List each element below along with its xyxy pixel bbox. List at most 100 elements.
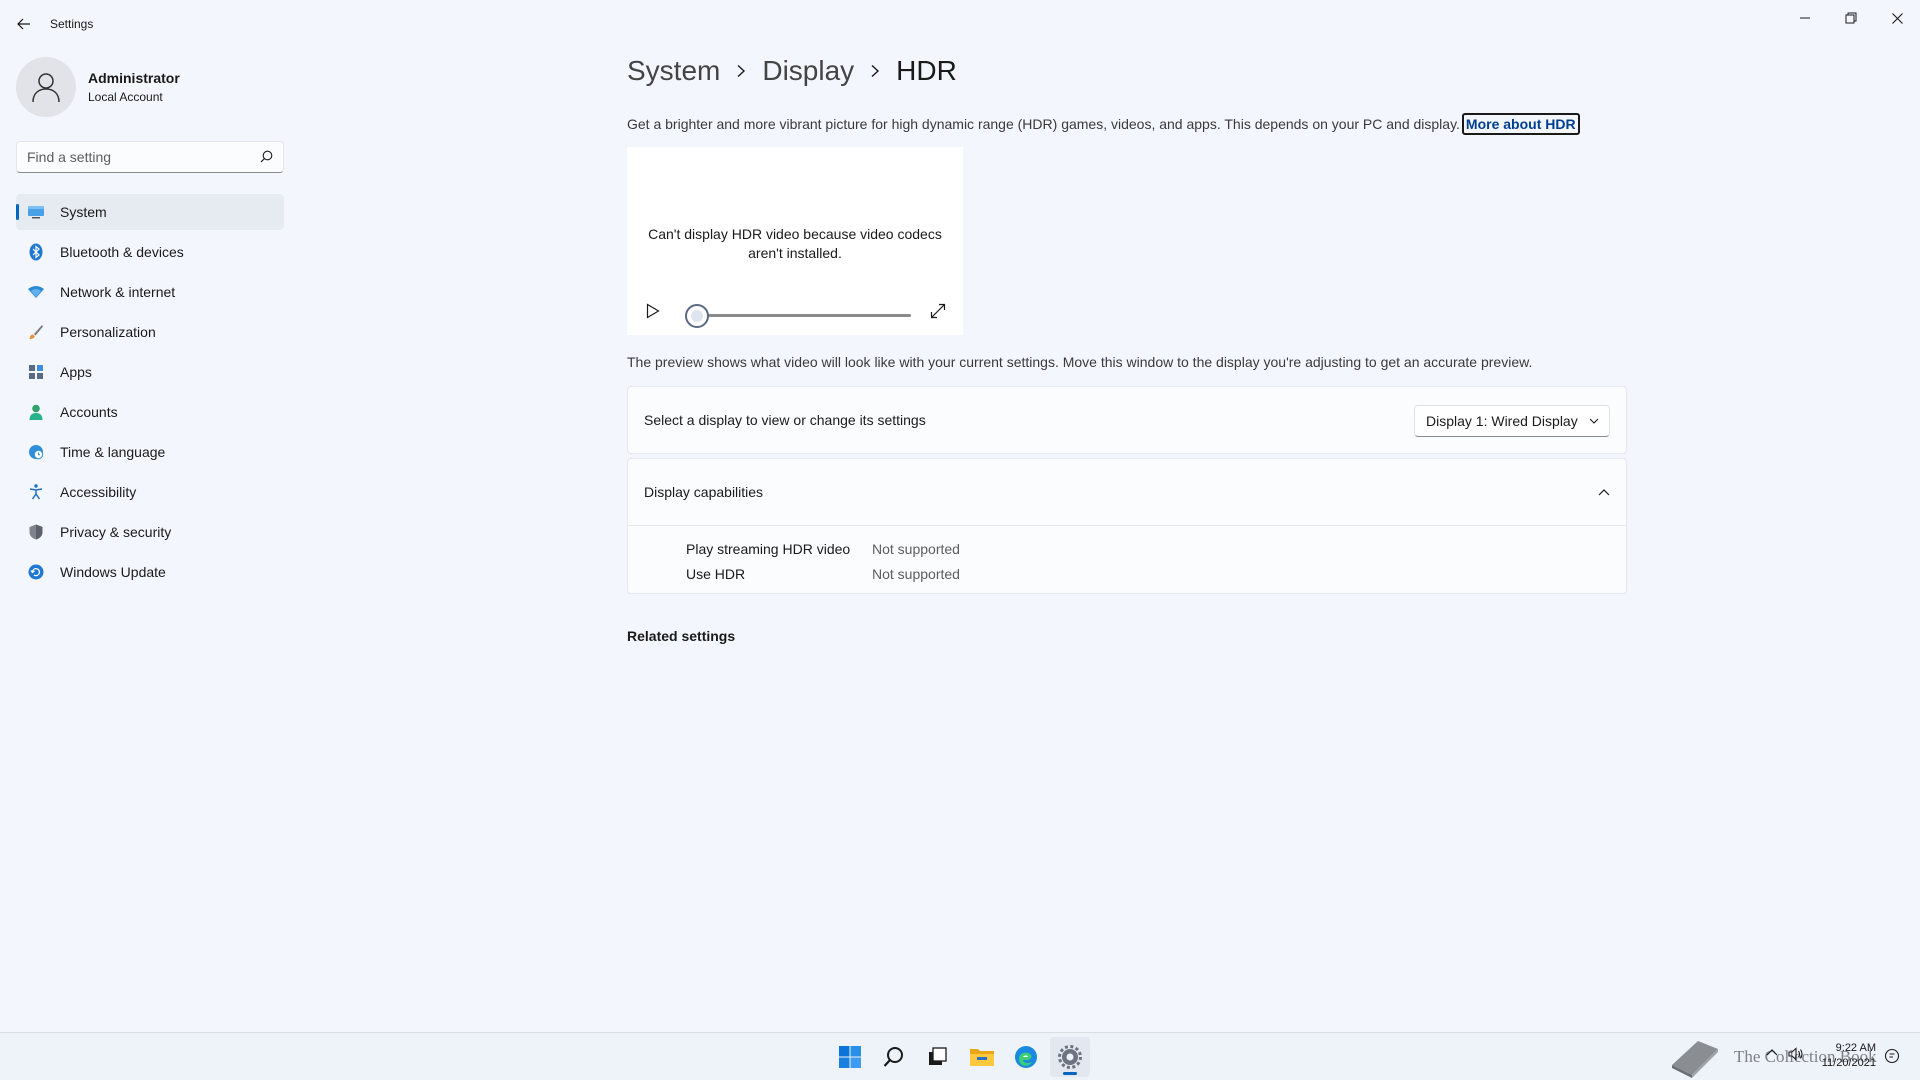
close-icon (1891, 12, 1903, 24)
sidebar-item-privacy[interactable]: Privacy & security (16, 514, 284, 550)
edge-icon (1015, 1046, 1037, 1068)
person-icon (26, 402, 46, 422)
sidebar-item-label: Windows Update (60, 564, 166, 580)
hdr-description: Get a brighter and more vibrant picture … (627, 113, 1580, 135)
taskbar-clock[interactable]: 9:22 AM 11/20/2021 (1818, 1041, 1876, 1071)
preview-note: The preview shows what video will look l… (627, 354, 1533, 370)
display-capabilities-card: Display capabilities Play streaming HDR … (627, 458, 1627, 594)
minimize-icon (1800, 17, 1810, 19)
bluetooth-icon (26, 242, 46, 262)
close-button[interactable] (1877, 6, 1917, 30)
chevron-right-icon (736, 64, 746, 78)
minimize-button[interactable] (1785, 6, 1825, 30)
profile-name: Administrator (88, 70, 180, 86)
sidebar-item-system[interactable]: System (16, 194, 284, 230)
search-icon[interactable] (260, 150, 273, 168)
notification-icon (1884, 1048, 1900, 1064)
apps-icon (26, 362, 46, 382)
taskbar: The Collection Book 9:22 AM 11/20/2021 (0, 1032, 1920, 1080)
video-seek-track[interactable] (697, 314, 911, 317)
breadcrumb-hdr: HDR (896, 55, 957, 86)
play-icon (646, 303, 660, 319)
sidebar-item-label: Network & internet (60, 284, 176, 300)
globe-clock-icon (26, 442, 46, 462)
sidebar-item-accounts[interactable]: Accounts (16, 394, 284, 430)
fullscreen-icon (930, 303, 946, 319)
task-view-icon (929, 1047, 947, 1065)
breadcrumb: System Display HDR (627, 55, 957, 87)
sidebar-item-apps[interactable]: Apps (16, 354, 284, 390)
file-explorer-icon (970, 1049, 994, 1066)
sidebar-item-bluetooth[interactable]: Bluetooth & devices (16, 234, 284, 270)
play-button[interactable] (643, 301, 663, 321)
sidebar-item-label: Privacy & security (60, 524, 172, 540)
sidebar-item-label: System (60, 204, 107, 220)
search-box[interactable] (16, 141, 284, 173)
search-icon (883, 1047, 903, 1067)
sidebar-item-accessibility[interactable]: Accessibility (16, 474, 284, 510)
app-title: Settings (50, 17, 94, 31)
profile-account-type: Local Account (88, 90, 163, 104)
sidebar-item-label: Time & language (60, 444, 166, 460)
clock-time: 9:22 AM (1835, 1042, 1876, 1054)
restore-button[interactable] (1831, 6, 1871, 30)
sidebar-nav: System Bluetooth & devices Network & int… (16, 194, 284, 594)
chevron-up-icon (1766, 1049, 1778, 1056)
hdr-description-text: Get a brighter and more vibrant picture … (627, 116, 1460, 132)
capability-name: Play streaming HDR video (686, 540, 851, 557)
wifi-icon (26, 282, 46, 302)
display-select-card: Select a display to view or change its s… (627, 386, 1627, 454)
back-arrow-icon (17, 18, 30, 30)
display-select-label: Select a display to view or change its s… (644, 412, 926, 428)
sidebar-item-personalization[interactable]: Personalization (16, 314, 284, 350)
file-explorer-button[interactable] (962, 1037, 1002, 1077)
start-button[interactable] (830, 1037, 870, 1077)
notification-button[interactable] (1884, 1048, 1900, 1069)
chevron-up-icon[interactable] (1596, 484, 1612, 500)
accessibility-icon (26, 482, 46, 502)
sidebar-item-label: Apps (60, 364, 92, 380)
video-seek-thumb[interactable] (685, 304, 709, 328)
display-select-dropdown[interactable]: Display 1: Wired Display (1414, 405, 1610, 437)
user-profile[interactable]: Administrator Local Account (16, 56, 180, 118)
display-select-value: Display 1: Wired Display (1426, 413, 1578, 429)
user-icon (32, 73, 60, 103)
update-icon (26, 562, 46, 582)
breadcrumb-display[interactable]: Display (762, 55, 854, 87)
search-input[interactable] (17, 142, 247, 172)
settings-taskbar-button[interactable] (1050, 1037, 1090, 1077)
capability-row: Use HDR Not supported (686, 561, 960, 586)
monitor-icon (26, 202, 46, 222)
display-capabilities-header[interactable]: Display capabilities (628, 459, 1626, 526)
shield-icon (26, 522, 46, 542)
edge-button[interactable] (1006, 1037, 1046, 1077)
volume-icon (1788, 1047, 1803, 1061)
restore-icon (1845, 12, 1857, 24)
sidebar-item-network[interactable]: Network & internet (16, 274, 284, 310)
book-icon (1672, 1041, 1718, 1078)
sidebar-item-time-language[interactable]: Time & language (16, 434, 284, 470)
sidebar-item-label: Bluetooth & devices (60, 244, 184, 260)
task-view-button[interactable] (917, 1037, 957, 1077)
capability-name: Use HDR (686, 565, 746, 582)
fullscreen-button[interactable] (928, 301, 948, 321)
system-tray (1766, 1047, 1804, 1061)
chevron-right-icon (870, 64, 880, 78)
capability-row: Play streaming HDR video Not supported (686, 536, 960, 561)
sidebar-item-windows-update[interactable]: Windows Update (16, 554, 284, 590)
taskbar-search-button[interactable] (874, 1037, 914, 1077)
brush-icon (26, 322, 46, 342)
start-icon (839, 1046, 861, 1068)
capabilities-list: Play streaming HDR video Not supported U… (686, 536, 960, 586)
settings-icon (1058, 1045, 1082, 1069)
sidebar-item-label: Accessibility (60, 484, 137, 500)
more-about-hdr-link[interactable]: More about HDR (1461, 113, 1580, 135)
breadcrumb-system[interactable]: System (627, 55, 720, 87)
title-bar: Settings (0, 0, 1920, 48)
chevron-down-icon (1589, 418, 1599, 424)
clock-date: 11/20/2021 (1821, 1057, 1876, 1069)
display-capabilities-title: Display capabilities (644, 484, 764, 500)
sidebar-item-label: Personalization (60, 324, 156, 340)
capability-value: Not supported (872, 540, 960, 557)
back-button[interactable] (14, 14, 34, 34)
